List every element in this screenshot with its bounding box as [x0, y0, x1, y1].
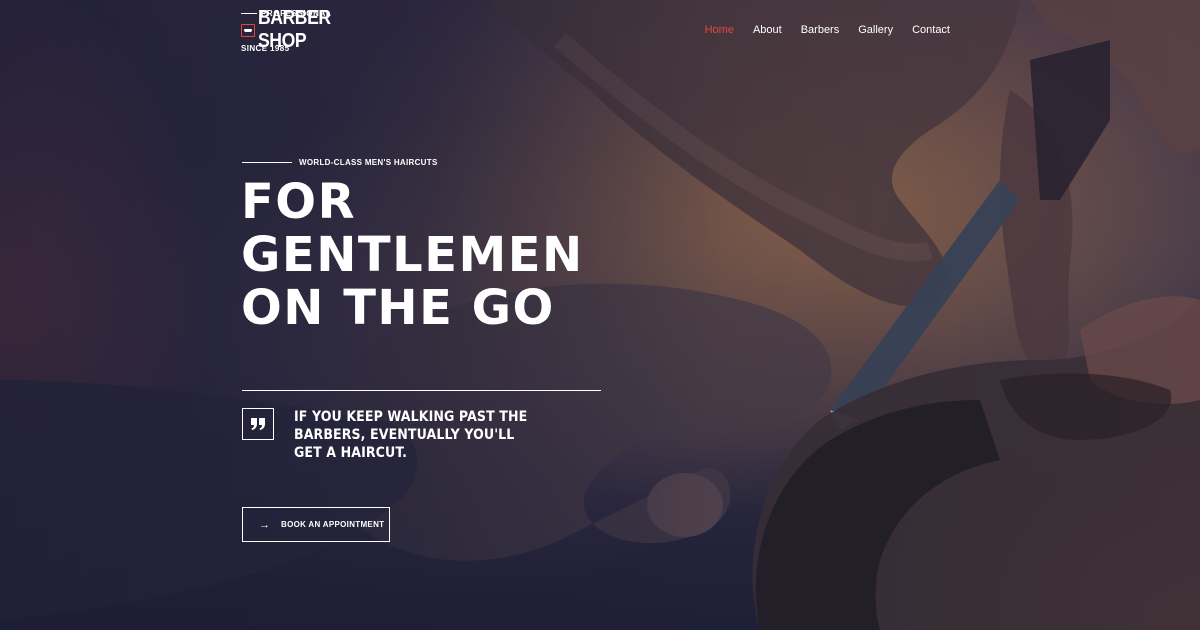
- logo-main-row: BARBER SHOP: [241, 7, 391, 52]
- nav-item-about[interactable]: About: [753, 24, 782, 36]
- logo-dash: [241, 12, 257, 14]
- quote-icon: [242, 408, 274, 440]
- nav-item-barbers[interactable]: Barbers: [801, 24, 840, 36]
- nav-item-gallery[interactable]: Gallery: [858, 24, 893, 36]
- headline-line-2: GENTLEMEN: [241, 227, 584, 283]
- site-header: PROFESSIONAL BARBER SHOP SINCE 1985 Home…: [0, 0, 1200, 60]
- site-logo[interactable]: PROFESSIONAL BARBER SHOP SINCE 1985: [241, 7, 391, 55]
- hero-eyebrow: WORLD-CLASS MEN'S HAIRCUTS: [242, 158, 438, 167]
- headline-line-3: ON THE GO: [241, 280, 555, 336]
- main-navigation: Home About Barbers Gallery Contact: [686, 24, 950, 36]
- arrow-right-icon: →: [259, 518, 270, 531]
- book-appointment-label: BOOK AN APPOINTMENT: [281, 520, 385, 529]
- book-appointment-button[interactable]: → BOOK AN APPOINTMENT: [242, 507, 390, 542]
- eyebrow-text: WORLD-CLASS MEN'S HAIRCUTS: [299, 158, 438, 167]
- headline-line-1: FOR: [241, 174, 357, 230]
- logo-since-text: SINCE 1985: [241, 44, 290, 53]
- mustache-icon: [241, 23, 256, 37]
- eyebrow-line: [242, 162, 292, 163]
- nav-item-contact[interactable]: Contact: [912, 24, 950, 36]
- hero-headline: FOR GENTLEMEN ON THE GO: [241, 176, 661, 335]
- nav-item-home[interactable]: Home: [705, 24, 734, 36]
- hero-divider: [242, 390, 601, 391]
- hero-quote: IF YOU KEEP WALKING PAST THE BARBERS, EV…: [294, 409, 528, 461]
